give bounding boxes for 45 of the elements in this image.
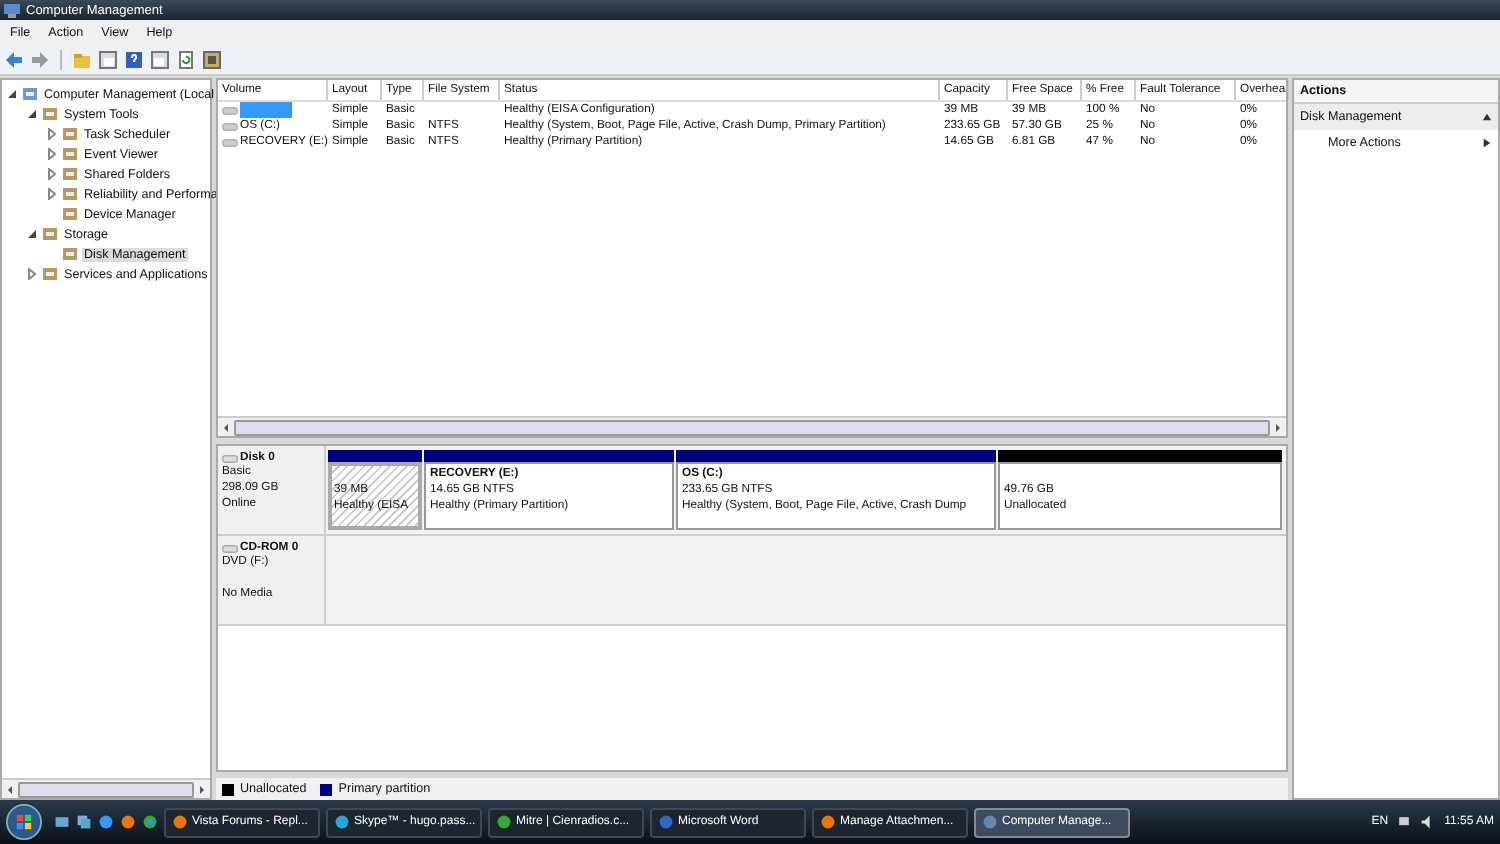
expand-arrow-icon[interactable] xyxy=(46,168,58,180)
back-arrow-icon[interactable] xyxy=(4,49,24,69)
node-icon xyxy=(62,206,78,222)
scroll-right-icon[interactable] xyxy=(1274,421,1282,433)
help-icon[interactable] xyxy=(124,49,144,69)
node-icon xyxy=(62,166,78,182)
desktop-icon[interactable] xyxy=(54,814,70,830)
expand-arrow-icon[interactable] xyxy=(46,148,58,160)
app-icon xyxy=(658,814,674,830)
collapse-arrow-icon[interactable] xyxy=(6,88,18,100)
window-switch-icon[interactable] xyxy=(76,814,92,830)
computer-icon xyxy=(4,2,20,18)
app-icon xyxy=(496,814,512,830)
collapse-arrow-icon[interactable] xyxy=(26,108,38,120)
collapse-arrow-icon[interactable] xyxy=(26,228,38,240)
scroll-left-icon[interactable] xyxy=(222,421,230,433)
network-icon[interactable] xyxy=(1396,814,1413,830)
scroll-right-icon[interactable] xyxy=(198,783,206,795)
start-button-icon[interactable] xyxy=(6,804,42,840)
app-icon xyxy=(982,814,998,830)
expand-arrow-icon[interactable] xyxy=(46,188,58,200)
node-icon xyxy=(42,226,58,242)
app-icon xyxy=(820,814,836,830)
app-icon xyxy=(172,814,188,830)
node-icon xyxy=(42,106,58,122)
expand-arrow-icon[interactable] xyxy=(46,128,58,140)
node-icon xyxy=(62,246,78,262)
properties-icon[interactable] xyxy=(202,49,222,69)
scroll-left-icon[interactable] xyxy=(6,783,14,795)
expand-arrow-icon[interactable] xyxy=(26,268,38,280)
node-icon xyxy=(22,86,38,102)
node-icon xyxy=(42,266,58,282)
app-icon xyxy=(334,814,350,830)
horizontal-scrollbar[interactable] xyxy=(218,416,1286,436)
pane-icon[interactable] xyxy=(98,49,118,69)
node-icon xyxy=(62,126,78,142)
horizontal-scrollbar[interactable] xyxy=(2,778,210,798)
submenu-arrow-icon xyxy=(1482,138,1492,148)
node-icon xyxy=(62,186,78,202)
refresh-icon[interactable] xyxy=(176,49,196,69)
node-icon xyxy=(62,146,78,162)
drive-icon xyxy=(222,543,238,553)
pane-icon[interactable] xyxy=(150,49,170,69)
collapse-arrow-icon xyxy=(1482,112,1492,122)
drive-icon xyxy=(222,453,238,463)
